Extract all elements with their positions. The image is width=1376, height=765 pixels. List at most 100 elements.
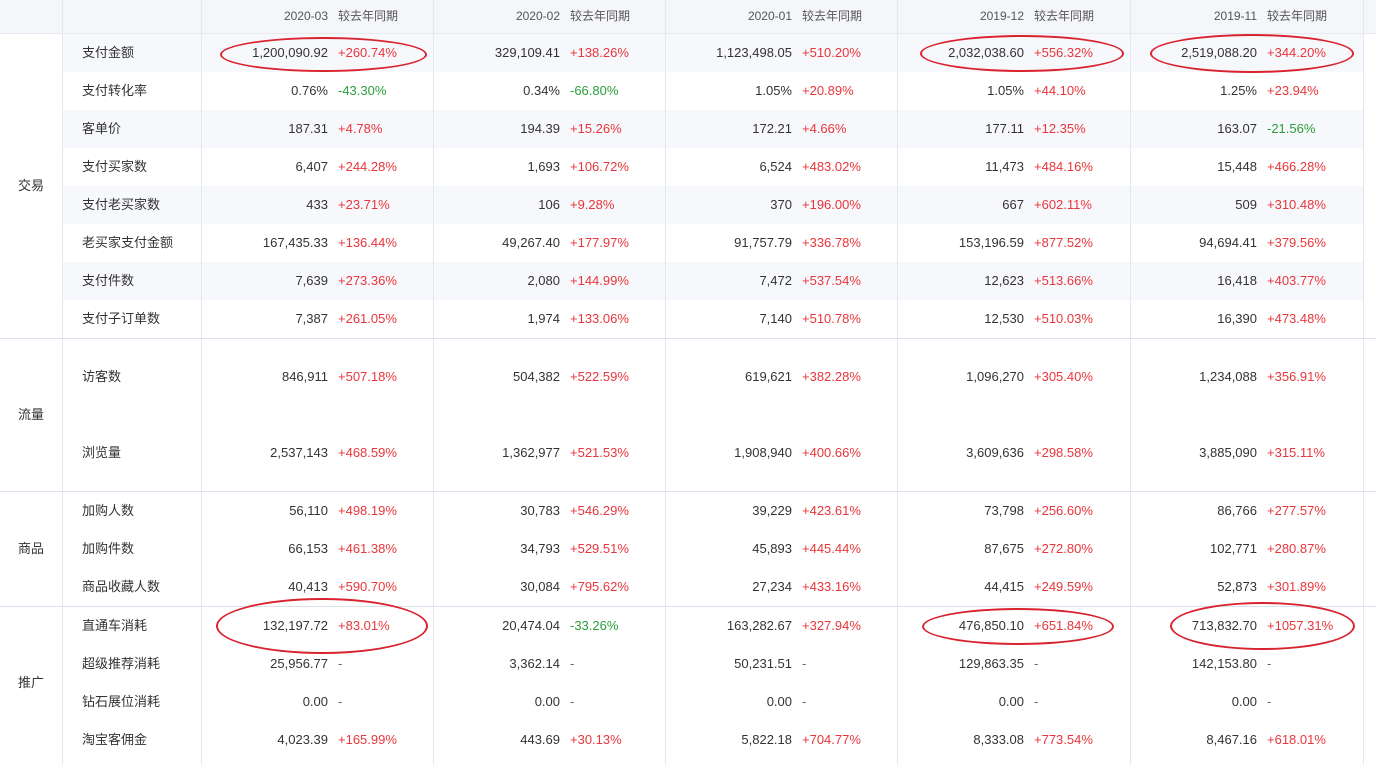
highlight-circle bbox=[1150, 34, 1354, 73]
metric-value: 3,362.14 bbox=[509, 656, 560, 671]
yoy-change: +15.26% bbox=[570, 121, 622, 136]
metric-value: 16,418 bbox=[1217, 273, 1257, 288]
yoy-change: +336.78% bbox=[802, 235, 861, 250]
yoy-change: +138.26% bbox=[570, 45, 629, 60]
yoy-change: +12.35% bbox=[1034, 121, 1086, 136]
metric-value: 87,675 bbox=[984, 541, 1024, 556]
yoy-change: +546.29% bbox=[570, 503, 629, 518]
yoy-change: +483.02% bbox=[802, 159, 861, 174]
metric-value: 1,362,977 bbox=[502, 445, 560, 460]
yoy-change: +618.01% bbox=[1267, 732, 1326, 747]
metric-value: 27,234 bbox=[752, 579, 792, 594]
yoy-comparison-table: 2020-03 较去年同期 2020-02 较去年同期 2020-01 较去年同期 2019… bbox=[0, 0, 1376, 765]
metric-value: 94,694.41 bbox=[1199, 235, 1257, 250]
metric-value: 8,467.16 bbox=[1206, 732, 1257, 747]
metric-value: 6,524 bbox=[759, 159, 792, 174]
metric-label: 支付子订单数 bbox=[82, 311, 161, 326]
yoy-change: - bbox=[338, 656, 343, 671]
yoy-change: +403.77% bbox=[1267, 273, 1326, 288]
metric-value: 52,873 bbox=[1217, 579, 1257, 594]
metric-value: 30,783 bbox=[520, 503, 560, 518]
month-header: 2019-12 bbox=[979, 9, 1024, 23]
metric-value: 1,096,270 bbox=[966, 369, 1024, 384]
highlight-circle bbox=[920, 35, 1124, 72]
metric-label: 超级推荐消耗 bbox=[82, 656, 161, 671]
yoy-change: +379.56% bbox=[1267, 235, 1326, 250]
metric-value: 7,472 bbox=[759, 273, 792, 288]
yoy-change: +400.66% bbox=[802, 445, 861, 460]
yoy-change: +305.40% bbox=[1034, 369, 1093, 384]
yoy-change: +773.54% bbox=[1034, 732, 1093, 747]
section-divider bbox=[0, 338, 1376, 339]
metric-value: 433 bbox=[306, 197, 328, 212]
metric-value: 73,798 bbox=[984, 503, 1024, 518]
metric-value: 39,229 bbox=[752, 503, 792, 518]
metric-value: 1,693 bbox=[527, 159, 560, 174]
yoy-change: +310.48% bbox=[1267, 197, 1326, 212]
metric-value: 509 bbox=[1235, 197, 1257, 212]
section-divider bbox=[0, 606, 1376, 607]
metric-label: 访客数 bbox=[82, 369, 122, 384]
yoy-change: +261.05% bbox=[338, 311, 397, 326]
metric-value: 163,282.67 bbox=[726, 618, 792, 633]
section-label: 交易 bbox=[17, 178, 44, 193]
yoy-change: +356.91% bbox=[1267, 369, 1326, 384]
metric-label: 支付买家数 bbox=[82, 159, 148, 174]
metric-value: 172.21 bbox=[752, 121, 792, 136]
yoy-change: - bbox=[802, 656, 807, 671]
metric-value: 142,153.80 bbox=[1191, 656, 1257, 671]
yoy-change: +484.16% bbox=[1034, 159, 1093, 174]
yoy-change: +529.51% bbox=[570, 541, 629, 556]
yoy-change: +272.80% bbox=[1034, 541, 1093, 556]
yoy-change: +4.66% bbox=[802, 121, 847, 136]
metric-value: 5,822.18 bbox=[741, 732, 792, 747]
yoy-change: +177.97% bbox=[570, 235, 629, 250]
month-header: 2020-03 bbox=[283, 9, 328, 23]
metric-label: 支付老买家数 bbox=[82, 197, 161, 212]
section-label: 流量 bbox=[17, 407, 44, 422]
yoy-change: +23.94% bbox=[1267, 83, 1319, 98]
yoy-change: +510.78% bbox=[802, 311, 861, 326]
metric-value: 187.31 bbox=[288, 121, 328, 136]
table-header bbox=[0, 0, 1376, 33]
metric-value: 4,023.39 bbox=[277, 732, 328, 747]
metric-label: 客单价 bbox=[82, 121, 122, 136]
yoy-change: - bbox=[1034, 656, 1039, 671]
metric-value: 504,382 bbox=[513, 369, 560, 384]
month-header: 2020-02 bbox=[515, 9, 560, 23]
highlight-circle bbox=[1170, 602, 1355, 650]
metric-value: 6,407 bbox=[295, 159, 328, 174]
yoy-change: - bbox=[570, 694, 575, 709]
metric-value: 1,123,498.05 bbox=[716, 45, 792, 60]
yoy-change: +273.36% bbox=[338, 273, 397, 288]
yoy-change: +9.28% bbox=[570, 197, 615, 212]
metric-value: 619,621 bbox=[745, 369, 792, 384]
yoy-change: +23.71% bbox=[338, 197, 390, 212]
section-label: 推广 bbox=[17, 675, 44, 690]
metric-value: 443.69 bbox=[520, 732, 560, 747]
metric-label: 加购件数 bbox=[82, 541, 135, 556]
yoy-change: +468.59% bbox=[338, 445, 397, 460]
yoy-change: +445.44% bbox=[802, 541, 861, 556]
yoy-change: +315.11% bbox=[1267, 445, 1325, 460]
metric-value: 0.00 bbox=[302, 694, 328, 709]
yoy-change: +466.28% bbox=[1267, 159, 1326, 174]
metric-value: 194.39 bbox=[520, 121, 560, 136]
yoy-change: +522.59% bbox=[570, 369, 629, 384]
metric-value: 49,267.40 bbox=[502, 235, 560, 250]
metric-label: 商品收藏人数 bbox=[82, 579, 161, 594]
column-divider bbox=[1363, 0, 1364, 765]
metric-value: 11,473 bbox=[985, 159, 1024, 174]
metric-value: 91,757.79 bbox=[734, 235, 792, 250]
metric-value: 0.00 bbox=[1231, 694, 1257, 709]
metric-value: 2,537,143 bbox=[270, 445, 328, 460]
metric-value: 7,387 bbox=[295, 311, 328, 326]
yoy-change: +277.57% bbox=[1267, 503, 1326, 518]
yoy-change: +510.03% bbox=[1034, 311, 1093, 326]
compare-header: 较去年同期 bbox=[570, 9, 631, 23]
yoy-change: +877.52% bbox=[1034, 235, 1093, 250]
yoy-change: -21.56% bbox=[1267, 121, 1316, 136]
yoy-change: +44.10% bbox=[1034, 83, 1086, 98]
metric-value: 20,474.04 bbox=[502, 618, 560, 633]
metric-value: 1.05% bbox=[987, 83, 1024, 98]
